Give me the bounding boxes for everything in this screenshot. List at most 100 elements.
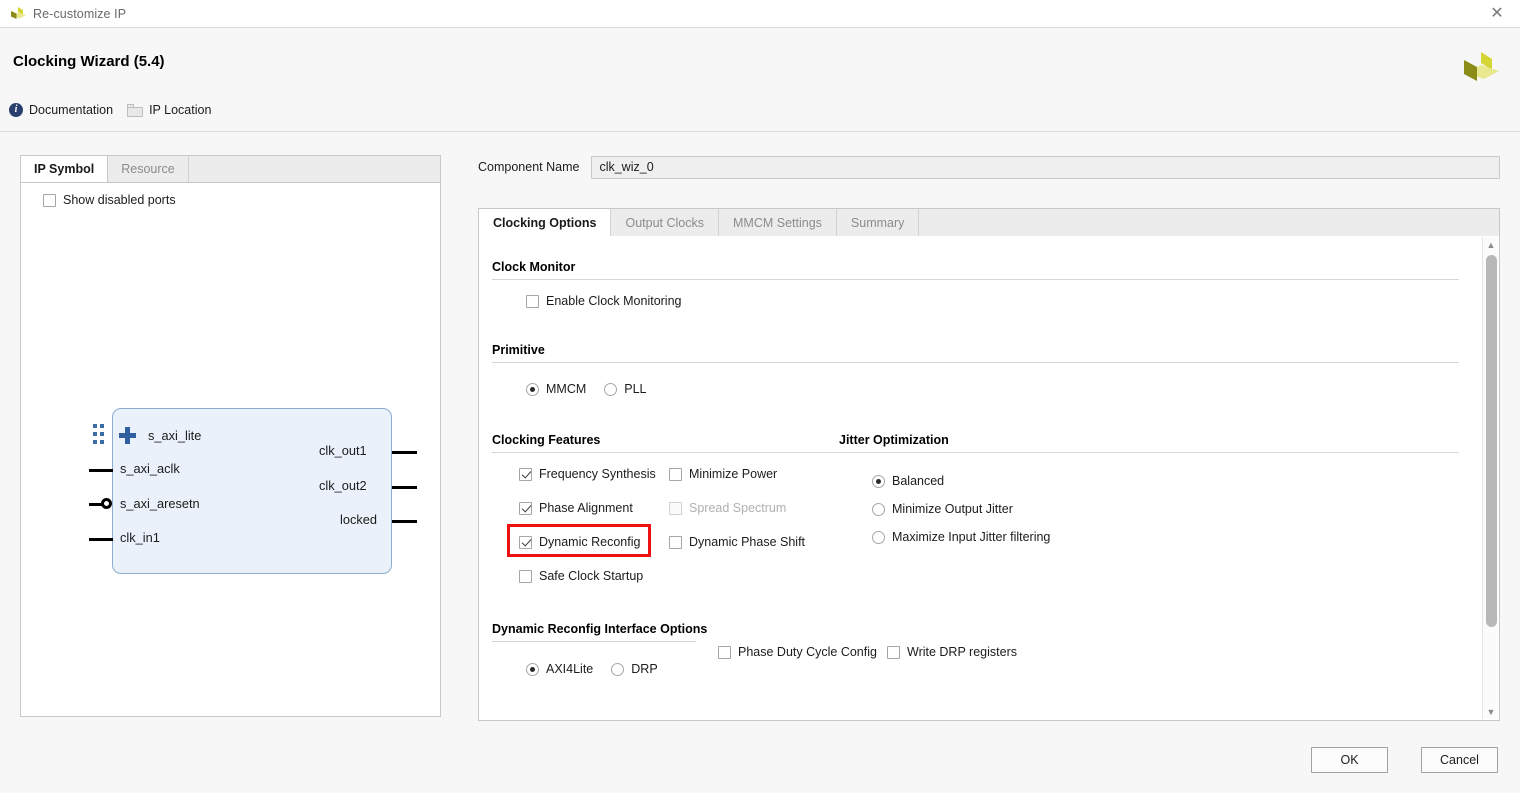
header-toolbar: i Documentation IP Location (9, 103, 211, 117)
ip-location-button[interactable]: IP Location (127, 103, 211, 117)
radio-balanced[interactable]: Balanced (872, 474, 944, 488)
ip-symbol-panel: IP Symbol Resource Show disabled ports (20, 155, 441, 717)
configuration-panel: Component Name Clocking Options Output C… (478, 155, 1500, 721)
section-rule (492, 452, 839, 453)
section-title-jitter-optimization: Jitter Optimization (839, 433, 949, 447)
close-icon[interactable]: ✕ (1488, 5, 1506, 23)
radio-dot (526, 663, 539, 676)
tab-mmcm-settings[interactable]: MMCM Settings (719, 209, 837, 236)
safe-clock-startup-checkbox[interactable]: Safe Clock Startup (519, 569, 643, 583)
scrollbar-thumb[interactable] (1486, 255, 1497, 627)
show-disabled-ports-label: Show disabled ports (63, 193, 176, 207)
radio-drp[interactable]: DRP (611, 662, 657, 676)
section-rule (492, 641, 696, 642)
radio-dot (872, 475, 885, 488)
component-name-label: Component Name (478, 160, 579, 174)
cancel-button[interactable]: Cancel (1421, 747, 1498, 773)
safe-clock-startup-label: Safe Clock Startup (539, 569, 643, 583)
tab-ip-symbol[interactable]: IP Symbol (21, 156, 108, 182)
info-icon: i (9, 103, 23, 117)
radio-minimize-output-jitter[interactable]: Minimize Output Jitter (872, 502, 1013, 516)
tab-output-clocks[interactable]: Output Clocks (611, 209, 719, 236)
inverted-pin-icon (101, 498, 112, 509)
ip-location-label: IP Location (149, 103, 211, 117)
bus-pin-icon (93, 424, 106, 446)
radio-dot (604, 383, 617, 396)
radio-dot (526, 383, 539, 396)
checkbox-box (887, 646, 900, 659)
amd-xilinx-logo-icon (1460, 48, 1500, 88)
checkbox-box (669, 502, 682, 515)
write-drp-registers-checkbox[interactable]: Write DRP registers (887, 645, 1017, 659)
pin-wire-clk-in1 (89, 538, 113, 541)
component-name-input[interactable] (591, 156, 1500, 179)
radio-maximize-input-jitter-filtering[interactable]: Maximize Input Jitter filtering (872, 530, 1050, 544)
component-name-row: Component Name (478, 155, 1500, 179)
port-label-clk-out1: clk_out1 (319, 443, 367, 458)
pin-wire-clk-out2 (392, 486, 417, 489)
re-customize-ip-dialog: Re-customize IP ✕ Clocking Wizard (5.4) … (0, 0, 1520, 793)
chevron-down-icon[interactable]: ▼ (1483, 704, 1499, 719)
tab-clocking-options-label: Clocking Options (493, 216, 596, 230)
pin-wire-clk-out1 (392, 451, 417, 454)
checkbox-box (519, 468, 532, 481)
checkbox-box (519, 502, 532, 515)
phase-duty-cycle-config-label: Phase Duty Cycle Config (738, 645, 877, 659)
tab-resource[interactable]: Resource (108, 156, 189, 182)
dynamic-reconfig-label: Dynamic Reconfig (539, 535, 640, 549)
radio-pll[interactable]: PLL (604, 382, 646, 396)
port-label-s-axi-aresetn: s_axi_aresetn (120, 496, 200, 511)
ok-button[interactable]: OK (1311, 747, 1388, 773)
radio-mmcm[interactable]: MMCM (526, 382, 586, 396)
window-title-text: Re-customize IP (33, 7, 126, 21)
checkbox-box (519, 570, 532, 583)
section-title-primitive: Primitive (492, 343, 545, 357)
tab-summary[interactable]: Summary (837, 209, 919, 236)
phase-alignment-checkbox[interactable]: Phase Alignment (519, 501, 633, 515)
checkbox-box (669, 468, 682, 481)
radio-dot (872, 503, 885, 516)
checkbox-box (519, 536, 532, 549)
dynamic-reconfig-checkbox[interactable]: Dynamic Reconfig (519, 535, 640, 549)
radio-maximize-input-jitter-filtering-label: Maximize Input Jitter filtering (892, 530, 1050, 544)
port-label-locked: locked (340, 512, 377, 527)
radio-axi4lite-label: AXI4Lite (546, 662, 593, 676)
documentation-button[interactable]: i Documentation (9, 103, 113, 117)
section-rule (492, 279, 1459, 280)
section-title-dynamic-reconfig-interface: Dynamic Reconfig Interface Options (492, 622, 707, 636)
ip-symbol-canvas: Show disabled ports s_axi_lite s_axi_acl… (21, 183, 440, 716)
section-title-clock-monitor: Clock Monitor (492, 260, 575, 274)
frequency-synthesis-checkbox[interactable]: Frequency Synthesis (519, 467, 656, 481)
pin-wire-locked (392, 520, 417, 523)
spread-spectrum-checkbox: Spread Spectrum (669, 501, 786, 515)
plus-icon[interactable] (119, 427, 136, 444)
show-disabled-ports-checkbox[interactable]: Show disabled ports (43, 193, 176, 207)
xilinx-logo-icon (9, 6, 27, 22)
frequency-synthesis-label: Frequency Synthesis (539, 467, 656, 481)
tab-clocking-options[interactable]: Clocking Options (479, 209, 611, 236)
section-rule (839, 452, 1459, 453)
page-title: Clocking Wizard (5.4) (13, 53, 165, 70)
radio-minimize-output-jitter-label: Minimize Output Jitter (892, 502, 1013, 516)
port-label-s-axi-lite: s_axi_lite (148, 428, 201, 443)
checkbox-box (718, 646, 731, 659)
vertical-scrollbar[interactable]: ▲ ▼ (1482, 237, 1498, 719)
spread-spectrum-label: Spread Spectrum (689, 501, 786, 515)
enable-clock-monitoring-checkbox[interactable]: Enable Clock Monitoring (526, 294, 682, 308)
minimize-power-checkbox[interactable]: Minimize Power (669, 467, 777, 481)
dialog-header: Clocking Wizard (5.4) i Documentation IP… (0, 28, 1520, 132)
pin-wire-s-axi-aclk (89, 469, 113, 472)
tab-output-clocks-label: Output Clocks (625, 216, 704, 230)
radio-axi4lite[interactable]: AXI4Lite (526, 662, 593, 676)
chevron-up-icon[interactable]: ▲ (1483, 237, 1499, 252)
tab-mmcm-settings-label: MMCM Settings (733, 216, 822, 230)
section-title-clocking-features: Clocking Features (492, 433, 600, 447)
phase-duty-cycle-config-checkbox[interactable]: Phase Duty Cycle Config (718, 645, 877, 659)
dynamic-reconfig-interface-radio-group: AXI4Lite DRP (526, 662, 658, 676)
enable-clock-monitoring-label: Enable Clock Monitoring (546, 294, 682, 308)
dynamic-phase-shift-checkbox[interactable]: Dynamic Phase Shift (669, 535, 805, 549)
primitive-radio-group: MMCM PLL (526, 382, 647, 396)
radio-drp-label: DRP (631, 662, 657, 676)
documentation-label: Documentation (29, 103, 113, 117)
radio-dot (611, 663, 624, 676)
